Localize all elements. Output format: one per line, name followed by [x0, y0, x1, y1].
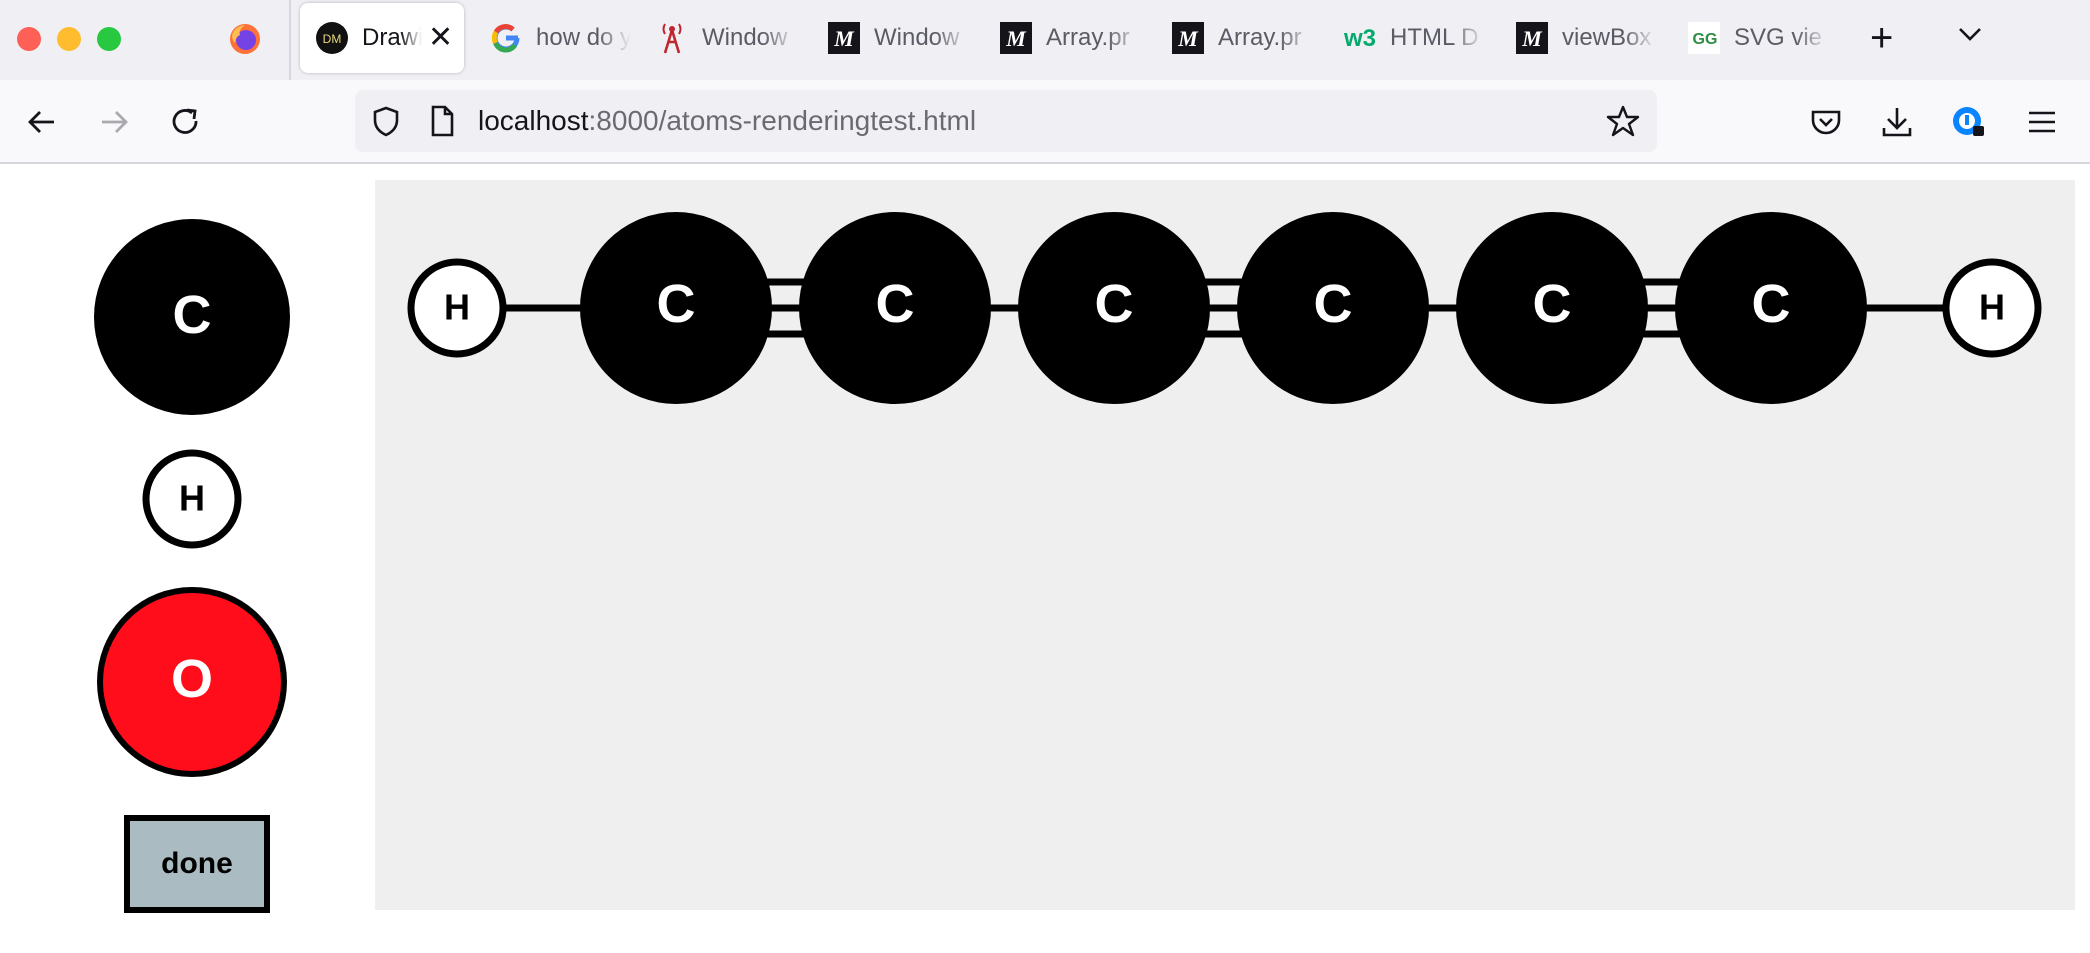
palette-atom-carbon[interactable]: C: [94, 219, 290, 415]
hydrogen-atom[interactable]: H: [1942, 258, 2042, 358]
atom-label: C: [1533, 274, 1572, 334]
tab-title: Drawi: [362, 24, 422, 51]
carbon-atom[interactable]: C: [1456, 212, 1648, 404]
palette-atom-oxygen[interactable]: O: [97, 587, 287, 777]
drawing-canvas[interactable]: HCCCCCCH: [375, 180, 2075, 910]
firefox-icon[interactable]: [229, 23, 261, 55]
mdn-icon: M: [1000, 22, 1032, 54]
mdn-icon: M: [1172, 22, 1204, 54]
downloads-icon[interactable]: [1879, 104, 1915, 140]
new-tab-button[interactable]: +: [1870, 18, 1893, 58]
tab-title: HTML D: [1390, 24, 1479, 51]
tab-3[interactable]: M Window: [812, 3, 984, 73]
atom-label: C: [1314, 274, 1353, 334]
svg-text:M: M: [1521, 26, 1543, 51]
tab-0[interactable]: DM Drawi ✕: [300, 3, 464, 73]
w3schools-icon: w3: [1344, 22, 1376, 54]
password-manager-icon[interactable]: [1950, 104, 1986, 140]
molecule-drawing: HCCCCCCH: [407, 212, 2042, 404]
tab-title: how do y: [536, 24, 631, 51]
atom-label: C: [876, 274, 915, 334]
atom-label: C: [1752, 274, 1791, 334]
carbon-atom[interactable]: C: [1018, 212, 1210, 404]
svg-text:O: O: [171, 649, 213, 709]
mdn-icon: M: [828, 22, 860, 54]
carbon-atom[interactable]: C: [580, 212, 772, 404]
url-text[interactable]: localhost:8000/atoms-renderingtest.html: [478, 105, 976, 137]
mdn-icon: M: [1516, 22, 1548, 54]
tab-6[interactable]: w3 HTML D: [1328, 3, 1500, 73]
pocket-icon[interactable]: [1808, 104, 1844, 140]
shield-icon[interactable]: [369, 104, 403, 138]
forward-button[interactable]: [96, 104, 132, 140]
menu-icon[interactable]: [2024, 104, 2060, 140]
tab-7[interactable]: MviewBox: [1500, 3, 1672, 73]
google-icon: [490, 22, 522, 54]
svg-text:DM: DM: [323, 32, 342, 46]
bookmark-star-icon[interactable]: [1605, 103, 1641, 139]
address-bar[interactable]: localhost:8000/atoms-renderingtest.html: [355, 90, 1657, 152]
carbon-atom[interactable]: C: [1237, 212, 1429, 404]
geeksforgeeks-icon: GG: [1688, 22, 1720, 54]
tab-2[interactable]: Window: [640, 3, 812, 73]
list-all-tabs-button[interactable]: [1956, 20, 1984, 48]
tab-1[interactable]: how do y: [474, 3, 640, 73]
carbon-atom[interactable]: C: [799, 212, 991, 404]
tab-title: Window: [702, 24, 788, 51]
tab-5[interactable]: M Array.pr: [1156, 3, 1328, 73]
tab-separator: [289, 0, 291, 80]
reload-button[interactable]: [168, 104, 204, 140]
tab-title: Array.pr: [1046, 24, 1130, 51]
svg-text:M: M: [833, 26, 855, 51]
close-tab-icon[interactable]: ✕: [428, 23, 453, 53]
tab-8[interactable]: GG SVG vie: [1672, 3, 1844, 73]
tower-icon: [656, 22, 688, 54]
palette-atom-hydrogen[interactable]: H: [142, 449, 242, 549]
tab-title: Window: [874, 24, 960, 51]
navigation-toolbar: localhost:8000/atoms-renderingtest.html: [0, 80, 2090, 164]
svg-text:M: M: [1177, 26, 1199, 51]
page-info-icon[interactable]: [427, 104, 457, 138]
minimize-window-button[interactable]: [57, 27, 81, 51]
tab-4[interactable]: M Array.pr: [984, 3, 1156, 73]
tab-title: SVG vie: [1734, 24, 1823, 51]
dm-favicon: DM: [316, 22, 348, 54]
close-window-button[interactable]: [17, 27, 41, 51]
hydrogen-atom[interactable]: H: [407, 258, 507, 358]
atom-label: C: [1095, 274, 1134, 334]
svg-text:M: M: [1005, 26, 1027, 51]
tab-title: viewBox: [1562, 24, 1652, 51]
tab-title: Array.pr: [1218, 24, 1302, 51]
zoom-window-button[interactable]: [97, 27, 121, 51]
back-button[interactable]: [24, 104, 60, 140]
atom-label: C: [657, 274, 696, 334]
svg-text:C: C: [173, 285, 212, 345]
carbon-atom[interactable]: C: [1675, 212, 1867, 404]
done-button[interactable]: done: [124, 815, 270, 913]
svg-text:w3: w3: [1344, 25, 1376, 52]
atom-label: H: [444, 287, 470, 328]
svg-text:H: H: [179, 478, 205, 519]
svg-text:GG: GG: [1693, 31, 1718, 48]
tab-strip: DM Drawi ✕ how do y Window M Window M Array.pr M A…: [0, 0, 2090, 80]
atom-label: H: [1979, 287, 2005, 328]
